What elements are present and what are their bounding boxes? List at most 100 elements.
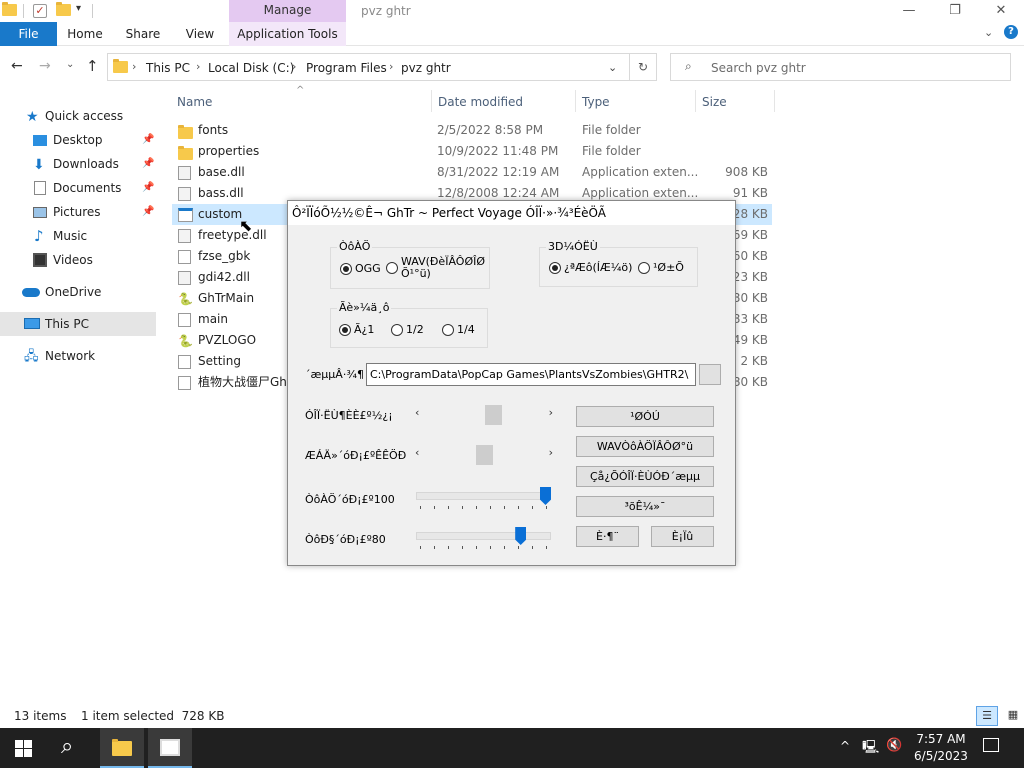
clock-date[interactable]: 6/5/2023 <box>912 749 970 763</box>
nav-this-pc[interactable]: This PC <box>0 312 156 336</box>
taskbar-file-explorer[interactable] <box>100 728 144 768</box>
save-path-input[interactable]: C:\ProgramData\PopCap Games\PlantsVsZomb… <box>366 363 696 386</box>
ok-button[interactable]: È·¶¨ <box>576 526 639 547</box>
scroll-left-icon[interactable]: ‹ <box>415 446 419 459</box>
tab-view[interactable]: View <box>180 22 220 46</box>
radio-indicator <box>340 262 352 275</box>
new-folder-icon[interactable] <box>56 2 71 18</box>
sfx-volume-label: ÒôÐ§´óÐ¡£º80 <box>305 533 386 546</box>
customize-qat-icon[interactable]: ▾ <box>76 3 81 14</box>
tab-share[interactable]: Share <box>122 22 164 46</box>
speed-radio-3[interactable]: 1/4 <box>442 323 475 336</box>
audio-wav-radio[interactable]: WAV(ÐèÏÂÔØÎØ Õ¹°ü) <box>386 256 485 280</box>
python-icon: 🐍 <box>178 292 193 306</box>
item-count: 13 items <box>14 709 67 723</box>
breadcrumb-pvz-ghtr[interactable]: pvz ghtr <box>401 61 451 75</box>
radio-indicator <box>391 323 403 336</box>
slider-knob[interactable] <box>540 487 551 505</box>
help-icon[interactable]: ? <box>1004 25 1018 39</box>
up-arrow-icon[interactable]: ↑ <box>86 57 99 75</box>
nav-quick-access[interactable]: ★ Quick access <box>0 104 156 128</box>
nav-onedrive[interactable]: OneDrive <box>0 280 156 304</box>
wav-download-button[interactable]: WAVÒôÀÖÏÂÔØ°ü <box>576 436 714 457</box>
network-status-icon[interactable]: 🖳 <box>862 738 879 760</box>
back-arrow-icon[interactable]: ← <box>11 58 23 74</box>
desktop-icon <box>33 135 47 146</box>
file-icon <box>178 250 191 264</box>
mouse-cursor-icon: ⬉ <box>239 216 253 235</box>
accel-on-radio[interactable]: ¿ªÆô(ÍÆ¼ö) <box>549 261 632 274</box>
nav-item-music[interactable]: ♪ Music <box>0 224 156 248</box>
tab-application-tools[interactable]: Application Tools <box>229 22 346 46</box>
clock-time[interactable]: 7:57 AM <box>912 732 970 746</box>
search-icon[interactable]: ⌕ <box>61 734 73 759</box>
large-icons-view-icon[interactable]: ▦ <box>1003 706 1023 726</box>
slider2-label: ÆÁÄ»´óÐ¡£ºÊÊÖÐ <box>305 449 407 462</box>
tab-file[interactable]: File <box>0 22 57 46</box>
nav-item-videos[interactable]: Videos <box>0 248 156 272</box>
show-hidden-icons-icon[interactable]: ^ <box>840 739 850 753</box>
column-header-size[interactable]: Size <box>702 95 727 109</box>
nav-item-downloads[interactable]: ⬇ Downloads 📌 <box>0 152 156 176</box>
address-bar[interactable]: › This PC › Local Disk (C:) › Program Fi… <box>107 53 657 81</box>
breadcrumb-this-pc[interactable]: This PC <box>146 61 190 75</box>
scroll-thumb[interactable] <box>476 445 493 465</box>
nav-network[interactable]: 🖧 Network <box>0 344 156 368</box>
address-dropdown-icon[interactable]: ⌄ <box>608 61 617 74</box>
scroll-right-icon[interactable]: › <box>549 406 553 419</box>
about-button[interactable]: ¹ØÓÚ <box>576 406 714 427</box>
close-button[interactable]: ✕ <box>978 0 1024 22</box>
scroll-left-icon[interactable]: ‹ <box>415 406 419 419</box>
cell-name: fzse_gbk <box>198 249 251 263</box>
table-row[interactable]: fonts 2/5/2022 8:58 PM File folder <box>172 120 772 141</box>
maximize-button[interactable]: ❐ <box>932 0 978 22</box>
search-input[interactable]: Search pvz ghtr <box>711 61 806 75</box>
minimize-button[interactable]: — <box>886 0 932 22</box>
cell-date: 2/5/2022 8:58 PM <box>437 123 544 137</box>
properties-icon[interactable]: ✓ <box>33 4 47 18</box>
nav-item-pictures[interactable]: Pictures 📌 <box>0 200 156 224</box>
audio-ogg-radio[interactable]: OGG <box>340 262 381 275</box>
navigation-pane: ★ Quick access Desktop 📌 ⬇ Downloads 📌 D… <box>0 90 158 700</box>
table-row[interactable]: properties 10/9/2022 11:48 PM File folder <box>172 141 772 162</box>
scroll-thumb[interactable] <box>485 405 502 425</box>
music-volume-slider[interactable] <box>416 487 551 511</box>
nav-item-desktop[interactable]: Desktop 📌 <box>0 128 156 152</box>
notifications-icon[interactable] <box>983 738 999 752</box>
search-box[interactable]: ⌕ Search pvz ghtr <box>670 53 1011 81</box>
title-bar: ✓ ▾ Manage pvz ghtr — ❐ ✕ <box>0 0 1024 22</box>
address-row: ← → ⌄ ↑ › This PC › Local Disk (C:) › Pr… <box>0 52 1024 82</box>
table-row[interactable]: base.dll 8/31/2022 12:19 AM Application ex… <box>172 162 772 183</box>
slider1-scrollbar[interactable]: ‹ › <box>413 405 556 425</box>
folder-icon[interactable] <box>2 2 17 18</box>
start-button[interactable] <box>15 740 32 757</box>
browse-button[interactable] <box>699 364 721 385</box>
cell-name: freetype.dll <box>198 228 267 242</box>
volume-muted-icon[interactable]: 🔇 <box>886 738 902 753</box>
slider-knob[interactable] <box>515 527 527 545</box>
column-header-name[interactable]: Name <box>177 95 212 109</box>
taskbar-app-window[interactable] <box>148 728 192 768</box>
accel-off-radio[interactable]: ¹Ø±Õ <box>638 261 684 274</box>
breadcrumb-program-files[interactable]: Program Files <box>306 61 387 75</box>
scroll-right-icon[interactable]: › <box>549 446 553 459</box>
speed-radio-2[interactable]: 1/2 <box>391 323 424 336</box>
nav-item-documents[interactable]: Documents 📌 <box>0 176 156 200</box>
clear-saves-button[interactable]: Çå¿ÕÓÎÏ·ÈÙÓÐ´æµµ <box>576 466 714 487</box>
expand-ribbon-icon[interactable]: ⌄ <box>984 26 993 39</box>
cancel-button[interactable]: È¡Ïû <box>651 526 714 547</box>
folder-icon <box>113 59 128 76</box>
slider2-scrollbar[interactable]: ‹ › <box>413 445 556 465</box>
tab-home[interactable]: Home <box>62 22 108 46</box>
breadcrumb-local-disk[interactable]: Local Disk (C:) <box>208 61 294 75</box>
refresh-button[interactable]: ↻ <box>629 53 657 81</box>
details-view-icon[interactable]: ☰ <box>976 706 998 726</box>
column-header-date[interactable]: Date modified <box>438 95 523 109</box>
speed-radio-1[interactable]: Ã¿1 <box>339 323 374 336</box>
forward-arrow-icon[interactable]: → <box>39 58 51 74</box>
manage-contextual-label: Manage <box>229 0 346 22</box>
reset-button[interactable]: ³õÊ¼»¯ <box>576 496 714 517</box>
recent-locations-icon[interactable]: ⌄ <box>66 59 74 70</box>
sfx-volume-slider[interactable] <box>416 527 551 551</box>
column-header-type[interactable]: Type <box>582 95 610 109</box>
